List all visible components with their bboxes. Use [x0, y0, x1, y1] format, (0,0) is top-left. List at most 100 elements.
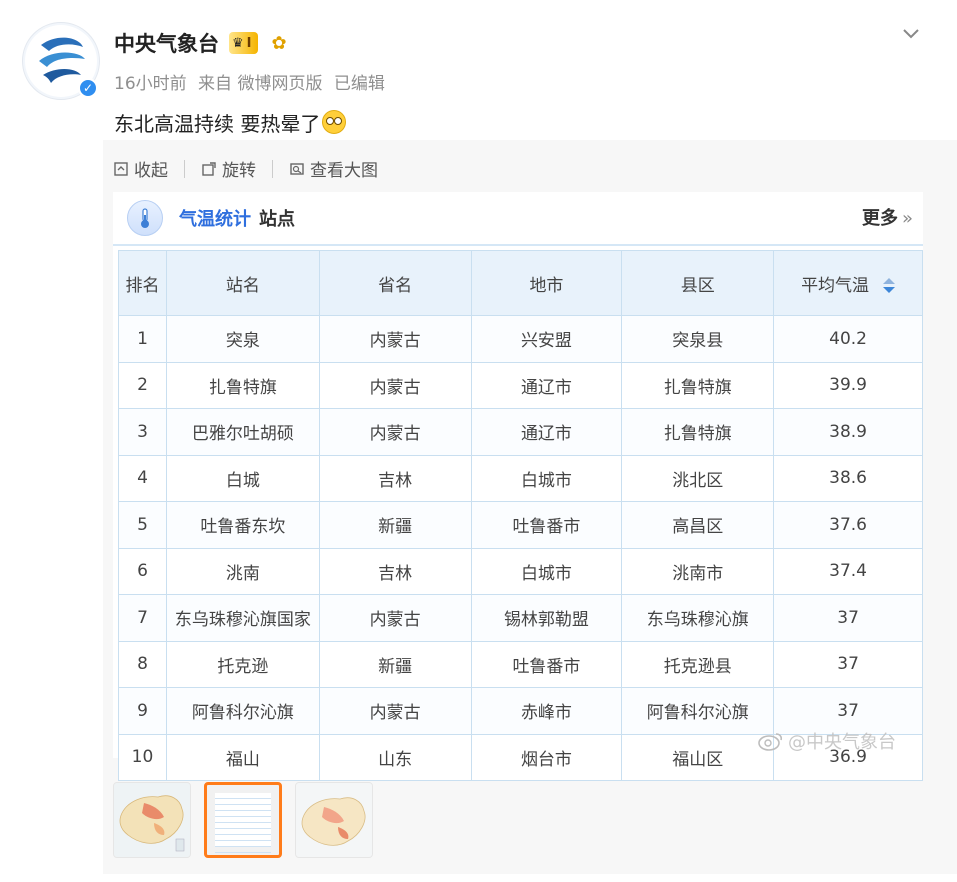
vip-level: I [246, 35, 252, 51]
table-row: 7 东乌珠穆沁旗国家 内蒙古 锡林郭勒盟 东乌珠穆沁旗 37 [118, 594, 923, 642]
rotate-label: 旋转 [222, 161, 256, 181]
cell-county: 洮北区 [621, 454, 775, 502]
cell-avg-temp: 38.9 [773, 408, 923, 456]
cell-county: 扎鲁特旗 [621, 361, 775, 409]
temperature-stats-image[interactable]: 气温统计 站点 更多» 排名 站名 省名 地市 县区 平均气温 1 突泉 内蒙古… [113, 192, 923, 781]
cell-county: 突泉县 [621, 315, 775, 363]
cell-province: 山东 [318, 733, 472, 781]
weibo-logo-icon [758, 733, 783, 751]
cell-city: 通辽市 [470, 408, 623, 456]
cell-rank: 7 [118, 594, 167, 642]
cell-city: 锡林郭勒盟 [470, 594, 623, 642]
card-header: 气温统计 站点 更多» [113, 192, 923, 246]
more-label: 更多 [861, 208, 898, 229]
cell-province: 吉林 [318, 454, 472, 502]
cell-rank: 4 [118, 454, 167, 502]
thermometer-icon [127, 200, 163, 236]
cell-city: 吐鲁番市 [470, 640, 623, 688]
post-edited[interactable]: 已编辑 [334, 74, 385, 94]
more-link[interactable]: 更多» [862, 204, 913, 230]
cell-city: 烟台市 [470, 733, 623, 781]
view-large-label: 查看大图 [310, 161, 378, 181]
magnify-image-icon [290, 162, 304, 175]
cell-city: 赤峰市 [470, 687, 623, 735]
table-row: 3 巴雅尔吐胡硕 内蒙古 通辽市 扎鲁特旗 38.9 [118, 408, 923, 456]
post-source: 来自 微博网页版 [198, 74, 323, 94]
cell-station: 白城 [165, 454, 320, 502]
cell-rank: 3 [118, 408, 167, 456]
cell-province: 内蒙古 [318, 361, 472, 409]
cell-province: 内蒙古 [318, 687, 472, 735]
thumbnail-map-1[interactable] [113, 782, 191, 858]
cell-station: 托克逊 [165, 640, 320, 688]
cell-county: 洮南市 [621, 547, 775, 595]
column-header-county: 县区 [621, 250, 775, 316]
cell-station: 阿鲁科尔沁旗 [165, 687, 320, 735]
cell-county: 扎鲁特旗 [621, 408, 775, 456]
column-header-rank: 排名 [118, 250, 167, 316]
username[interactable]: 中央气象台 [114, 28, 219, 58]
cell-rank: 2 [118, 361, 167, 409]
cell-station: 突泉 [165, 315, 320, 363]
cell-city: 白城市 [470, 454, 623, 502]
table-header-row: 排名 站名 省名 地市 县区 平均气温 [118, 250, 923, 316]
avg-temp-label: 平均气温 [801, 275, 870, 296]
toolbar-divider [272, 159, 273, 178]
post-menu-button[interactable] [899, 22, 923, 46]
column-header-avg-temp: 平均气温 [773, 250, 923, 316]
cell-rank: 6 [118, 547, 167, 595]
vip-badge[interactable]: ♛ I [229, 32, 258, 54]
cell-station: 扎鲁特旗 [165, 361, 320, 409]
crown-icon: ♛ [232, 35, 244, 51]
card-subtitle: 站点 [259, 209, 295, 230]
cell-city: 吐鲁番市 [470, 501, 623, 549]
sort-icon [883, 278, 896, 293]
map-thumbnail-icon [296, 783, 372, 857]
cell-province: 内蒙古 [318, 315, 472, 363]
cell-avg-temp: 39.9 [773, 361, 923, 409]
cell-station: 福山 [165, 733, 320, 781]
sunflower-icon[interactable]: ✿ [272, 33, 287, 54]
cell-province: 新疆 [318, 640, 472, 688]
media-panel: 收起 旋转 查看大图 气温统计 站点 更多 » 排名 站名 省名 地市 县区 平… [103, 140, 957, 874]
cell-province: 新疆 [318, 501, 472, 549]
table-row: 8 托克逊 新疆 吐鲁番市 托克逊县 37 [118, 640, 923, 688]
cell-avg-temp: 37 [773, 640, 923, 688]
cell-county: 东乌珠穆沁旗 [621, 594, 775, 642]
cell-county: 阿鲁科尔沁旗 [621, 687, 775, 735]
cell-station: 洮南 [165, 547, 320, 595]
rotate-icon [202, 161, 216, 176]
post-text: 东北高温持续 要热晕了 [114, 108, 347, 137]
cell-county: 托克逊县 [621, 640, 775, 688]
cell-county: 高昌区 [621, 501, 775, 549]
cell-station: 吐鲁番东坎 [165, 501, 320, 549]
cell-avg-temp: 40.2 [773, 315, 923, 363]
table-thumbnail [215, 793, 271, 853]
watermark-text: @中央气象台 [788, 732, 896, 753]
post-meta: 16小时前 来自 微博网页版 已编辑 [114, 69, 391, 94]
post-text-content: 东北高温持续 要热晕了 [114, 112, 321, 136]
cell-province: 吉林 [318, 547, 472, 595]
cell-avg-temp: 37 [773, 594, 923, 642]
cell-rank: 5 [118, 501, 167, 549]
cell-rank: 1 [118, 315, 167, 363]
collapse-label: 收起 [134, 161, 168, 181]
view-large-button[interactable]: 查看大图 [289, 156, 378, 181]
post-time[interactable]: 16小时前 [114, 74, 187, 94]
thumbnail-table[interactable] [204, 782, 282, 858]
image-thumbnails [113, 782, 373, 858]
station-temperature-table: 排名 站名 省名 地市 县区 平均气温 1 突泉 内蒙古 兴安盟 突泉县 40.… [118, 250, 923, 781]
table-row: 6 洮南 吉林 白城市 洮南市 37.4 [118, 547, 923, 595]
cell-avg-temp: 38.6 [773, 454, 923, 502]
cell-station: 东乌珠穆沁旗国家 [165, 594, 320, 642]
table-row: 2 扎鲁特旗 内蒙古 通辽市 扎鲁特旗 39.9 [118, 361, 923, 409]
toolbar-divider [184, 159, 185, 178]
column-header-city: 地市 [470, 250, 623, 316]
cell-province: 内蒙古 [318, 594, 472, 642]
thumbnail-map-2[interactable] [295, 782, 373, 858]
rotate-button[interactable]: 旋转 [201, 156, 256, 181]
column-header-station: 站名 [165, 250, 320, 316]
weibo-watermark: @中央气象台 [758, 728, 896, 754]
collapse-button[interactable]: 收起 [113, 156, 168, 181]
cell-province: 内蒙古 [318, 408, 472, 456]
